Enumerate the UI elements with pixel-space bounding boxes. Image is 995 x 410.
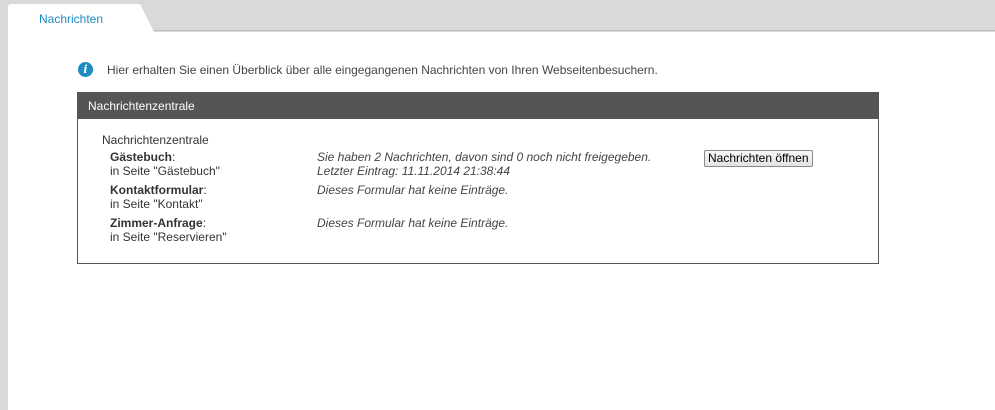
main-content: i Hier erhalten Sie einen Überblick über… xyxy=(8,32,995,410)
tab-divider xyxy=(154,30,995,31)
form-name-colon: : xyxy=(172,150,176,164)
form-row-guestbook: Gästebuch: in Seite "Gästebuch" Sie habe… xyxy=(110,150,870,178)
form-message-text: Dieses Formular hat keine Einträge. xyxy=(317,216,509,230)
form-name: Kontaktformular xyxy=(110,183,204,197)
form-page: in Seite "Reservieren" xyxy=(110,230,227,244)
open-messages-button[interactable]: Nachrichten öffnen xyxy=(704,150,813,167)
message-center-panel: Nachrichtenzentrale Nachrichtenzentrale … xyxy=(77,92,879,264)
info-message: i Hier erhalten Sie einen Überblick über… xyxy=(78,62,658,77)
form-row-contact: Kontaktformular: in Seite "Kontakt" Dies… xyxy=(110,183,870,211)
form-message-text: Sie haben 2 Nachrichten, davon sind 0 no… xyxy=(317,150,652,164)
section-title: Nachrichtenzentrale xyxy=(102,133,209,147)
tab-bar: Nachrichten xyxy=(0,0,995,32)
tab-label: Nachrichten xyxy=(38,12,104,26)
form-page: in Seite "Kontakt" xyxy=(110,197,203,211)
form-message: Dieses Formular hat keine Einträge. xyxy=(317,183,508,197)
info-text: Hier erhalten Sie einen Überblick über a… xyxy=(107,62,658,77)
panel-header: Nachrichtenzentrale xyxy=(78,93,878,119)
form-name: Gästebuch xyxy=(110,150,173,164)
form-message-text: Dieses Formular hat keine Einträge. xyxy=(317,183,509,197)
info-icon: i xyxy=(78,62,93,77)
form-last-entry: Letzter Eintrag: 11.11.2014 21:38:44 xyxy=(317,164,511,178)
form-row-room-request: Zimmer-Anfrage: in Seite "Reservieren" D… xyxy=(110,216,870,244)
form-message: Dieses Formular hat keine Einträge. xyxy=(317,216,508,230)
form-name: Zimmer-Anfrage xyxy=(110,216,203,230)
form-name-colon: : xyxy=(202,216,207,230)
tab-nachrichten[interactable]: Nachrichten xyxy=(8,4,154,32)
form-message: Sie haben 2 Nachrichten, davon sind 0 no… xyxy=(317,150,651,178)
form-name-colon: : xyxy=(203,183,207,197)
